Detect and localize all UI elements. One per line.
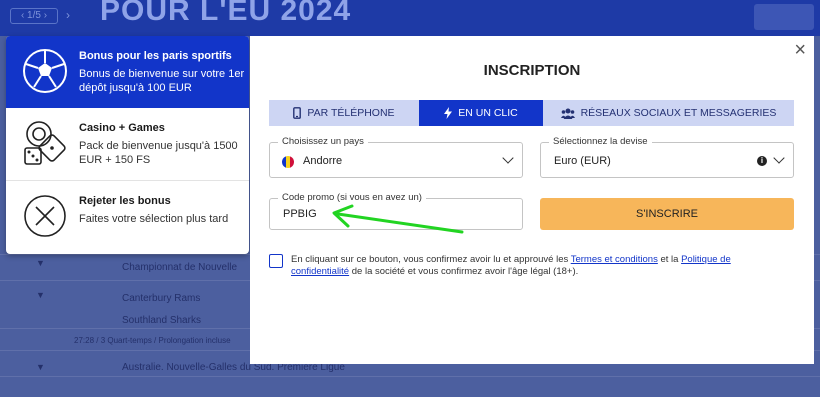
bonus-description: Faites votre sélection plus tard: [79, 213, 229, 225]
tab-label: RÉSEAUX SOCIAUX ET MESSAGERIES: [580, 107, 777, 119]
reject-x-icon: [20, 191, 70, 241]
tab-one-click[interactable]: EN UN CLIC: [419, 100, 543, 126]
background-league-name: Championnat de Nouvelle: [122, 262, 238, 273]
country-label: Choisissez un pays: [278, 136, 368, 147]
close-button[interactable]: ×: [794, 40, 806, 60]
country-value: Andorre: [303, 155, 343, 167]
tab-phone[interactable]: PAR TÉLÉPHONE: [269, 100, 419, 126]
registration-tabs: PAR TÉLÉPHONE EN UN CLIC RÉSEAUX SOCIAUX…: [269, 100, 794, 126]
bonus-option-sports[interactable]: Bonus pour les paris sportifs Bonus de b…: [6, 36, 249, 108]
currency-value: Euro (EUR): [554, 155, 611, 167]
background-chevron-icon: ▼: [36, 290, 45, 300]
background-team-name: Canterbury Rams: [122, 293, 201, 304]
terms-link[interactable]: Termes et conditions: [571, 254, 658, 265]
consent-text: En cliquant sur ce bouton, vous confirme…: [291, 254, 771, 278]
background-chevron-icon: ▼: [36, 362, 45, 372]
modal-title: INSCRIPTION: [483, 62, 581, 79]
currency-label: Sélectionnez la devise: [549, 136, 652, 147]
currency-select[interactable]: Sélectionnez la devise Euro (EUR) i: [540, 136, 794, 178]
phone-icon: [293, 107, 302, 119]
background-match-status: 27:28 / 3 Quart-temps / Prolongation inc…: [74, 336, 231, 345]
background-chevron-icon: ▼: [36, 258, 45, 268]
tab-label: EN UN CLIC: [458, 107, 518, 119]
background-headline: POUR L'EU 2024: [100, 0, 352, 27]
background-nav-arrow: ›: [66, 8, 70, 22]
bonus-description: Pack de bienvenue jusqu'à 1500 EUR + 150…: [79, 140, 238, 166]
chevron-down-icon: [502, 152, 514, 164]
bonus-title: Bonus pour les paris sportifs: [79, 50, 232, 62]
promo-code-label: Code promo (si vous en avez un): [278, 192, 426, 203]
lightning-icon: [444, 107, 453, 119]
users-icon: [560, 108, 575, 119]
bonus-title: Casino + Games: [79, 122, 165, 134]
bonus-description: Bonus de bienvenue sur votre 1er dépôt j…: [79, 68, 245, 94]
consent-text-part: et la: [657, 254, 682, 265]
info-icon[interactable]: i: [757, 156, 767, 166]
consent-text-part: En cliquant sur ce bouton, vous confirme…: [291, 254, 571, 265]
registration-modal: × INSCRIPTION PAR TÉLÉPHONE EN UN CLIC R…: [250, 36, 814, 364]
country-select[interactable]: Choisissez un pays Andorre: [269, 136, 523, 178]
background-divider: [0, 376, 820, 377]
promo-code-value: PPBIG: [283, 208, 317, 220]
consent-text-part: de la société et vous confirmez avoir l'…: [349, 266, 579, 277]
bonus-option-casino[interactable]: Casino + Games Pack de bienvenue jusqu'à…: [6, 108, 249, 181]
promo-code-input[interactable]: Code promo (si vous en avez un) PPBIG: [269, 192, 523, 230]
background-banner-image: [754, 4, 814, 30]
consent-checkbox[interactable]: [269, 254, 283, 268]
andorra-flag-icon: [282, 156, 294, 168]
tab-label: PAR TÉLÉPHONE: [307, 107, 395, 119]
bonus-title: Rejeter les bonus: [79, 195, 171, 207]
bonus-option-reject[interactable]: Rejeter les bonus Faites votre sélection…: [6, 181, 249, 254]
chevron-down-icon: [773, 152, 785, 164]
tab-social[interactable]: RÉSEAUX SOCIAUX ET MESSAGERIES: [543, 100, 794, 126]
background-team-name: Southland Sharks: [122, 315, 201, 326]
register-button[interactable]: S'INSCRIRE: [540, 198, 794, 230]
casino-chips-dice-icon: [20, 118, 70, 168]
bonus-panel: Bonus pour les paris sportifs Bonus de b…: [6, 36, 249, 254]
soccer-ball-icon: [20, 46, 70, 96]
background-slider-nav: ‹ 1/5 ›: [10, 8, 58, 24]
